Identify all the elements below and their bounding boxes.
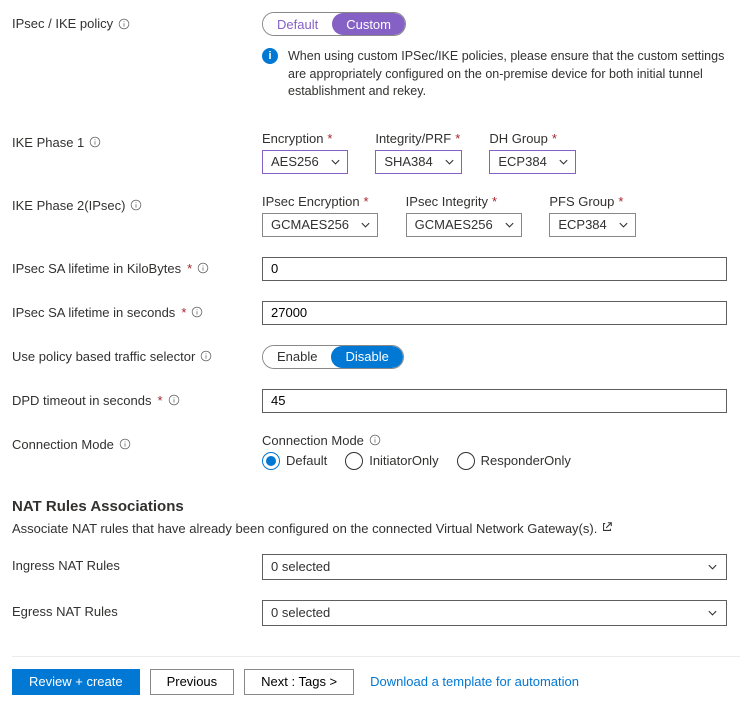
phase2-integrity-dropdown[interactable]: GCMAES256 (406, 213, 522, 237)
chevron-down-icon (330, 156, 341, 167)
sa-kb-input[interactable] (262, 257, 727, 281)
required-asterisk: * (364, 194, 369, 209)
ingress-nat-value: 0 selected (271, 559, 330, 574)
required-asterisk: * (618, 194, 623, 209)
required-asterisk: * (552, 131, 557, 146)
phase1-encryption-label: Encryption (262, 131, 323, 146)
phase1-encryption-value: AES256 (271, 154, 319, 169)
phase1-dhgroup-dropdown[interactable]: ECP384 (489, 150, 575, 174)
chevron-down-icon (707, 561, 718, 572)
conn-mode-default[interactable]: Default (262, 452, 327, 470)
conn-mode-initiator-label: InitiatorOnly (369, 453, 438, 468)
conn-mode-label: Connection Mode (12, 437, 114, 452)
required-asterisk: * (157, 393, 162, 408)
ipsec-policy-toggle[interactable]: Default Custom (262, 12, 406, 36)
egress-nat-value: 0 selected (271, 605, 330, 620)
required-asterisk: * (181, 305, 186, 320)
conn-mode-default-label: Default (286, 453, 327, 468)
ipsec-policy-label: IPsec / IKE policy (12, 16, 113, 31)
sa-sec-label: IPsec SA lifetime in seconds (12, 305, 175, 320)
egress-nat-label: Egress NAT Rules (12, 604, 118, 619)
radio-icon (457, 452, 475, 470)
info-icon[interactable] (199, 349, 213, 363)
chevron-down-icon (707, 607, 718, 618)
traffic-selector-toggle[interactable]: Enable Disable (262, 345, 404, 369)
chevron-down-icon (558, 156, 569, 167)
phase2-label: IKE Phase 2(IPsec) (12, 198, 125, 213)
phase2-integrity-label: IPsec Integrity (406, 194, 488, 209)
info-icon[interactable] (167, 393, 181, 407)
phase1-dhgroup-label: DH Group (489, 131, 548, 146)
phase2-integrity-value: GCMAES256 (415, 217, 493, 232)
nat-heading: NAT Rules Associations (12, 498, 740, 515)
dpd-label: DPD timeout in seconds (12, 393, 151, 408)
radio-icon (262, 452, 280, 470)
chevron-down-icon (360, 219, 371, 230)
info-icon[interactable] (117, 17, 131, 31)
phase2-encryption-value: GCMAES256 (271, 217, 349, 232)
review-create-button[interactable]: Review + create (12, 669, 140, 695)
phase2-pfs-dropdown[interactable]: ECP384 (549, 213, 635, 237)
phase2-encryption-label: IPsec Encryption (262, 194, 360, 209)
info-icon[interactable] (88, 135, 102, 149)
sa-sec-input[interactable] (262, 301, 727, 325)
phase1-integrity-value: SHA384 (384, 154, 432, 169)
dpd-input[interactable] (262, 389, 727, 413)
phase1-encryption-dropdown[interactable]: AES256 (262, 150, 348, 174)
sa-kb-label: IPsec SA lifetime in KiloBytes (12, 261, 181, 276)
radio-icon (345, 452, 363, 470)
required-asterisk: * (455, 131, 460, 146)
conn-mode-responder[interactable]: ResponderOnly (457, 452, 571, 470)
next-button[interactable]: Next : Tags > (244, 669, 354, 695)
traffic-selector-label: Use policy based traffic selector (12, 349, 195, 364)
ipsec-policy-custom[interactable]: Custom (332, 13, 405, 35)
required-asterisk: * (492, 194, 497, 209)
ipsec-policy-default[interactable]: Default (263, 13, 332, 35)
conn-mode-group-label: Connection Mode (262, 433, 364, 448)
ingress-nat-dropdown[interactable]: 0 selected (262, 554, 727, 580)
phase1-integrity-dropdown[interactable]: SHA384 (375, 150, 461, 174)
info-icon[interactable] (118, 437, 132, 451)
phase1-integrity-label: Integrity/PRF (375, 131, 451, 146)
info-icon[interactable] (368, 433, 382, 447)
info-bubble-icon: i (262, 48, 278, 64)
chevron-down-icon (504, 219, 515, 230)
phase2-encryption-dropdown[interactable]: GCMAES256 (262, 213, 378, 237)
download-template-link[interactable]: Download a template for automation (370, 674, 579, 689)
info-icon[interactable] (129, 198, 143, 212)
ingress-nat-label: Ingress NAT Rules (12, 558, 120, 573)
info-icon[interactable] (190, 305, 204, 319)
nat-subtext: Associate NAT rules that have already be… (12, 521, 597, 536)
conn-mode-initiator[interactable]: InitiatorOnly (345, 452, 438, 470)
ipsec-policy-info: When using custom IPSec/IKE policies, pl… (288, 48, 732, 101)
phase1-dhgroup-value: ECP384 (498, 154, 546, 169)
chevron-down-icon (618, 219, 629, 230)
traffic-selector-enable[interactable]: Enable (263, 346, 331, 368)
conn-mode-responder-label: ResponderOnly (481, 453, 571, 468)
required-asterisk: * (327, 131, 332, 146)
phase2-pfs-value: ECP384 (558, 217, 606, 232)
required-asterisk: * (187, 261, 192, 276)
previous-button[interactable]: Previous (150, 669, 235, 695)
info-icon[interactable] (196, 261, 210, 275)
traffic-selector-disable[interactable]: Disable (331, 346, 402, 368)
phase2-pfs-label: PFS Group (549, 194, 614, 209)
external-link-icon[interactable] (601, 521, 613, 536)
chevron-down-icon (444, 156, 455, 167)
phase1-label: IKE Phase 1 (12, 135, 84, 150)
egress-nat-dropdown[interactable]: 0 selected (262, 600, 727, 626)
